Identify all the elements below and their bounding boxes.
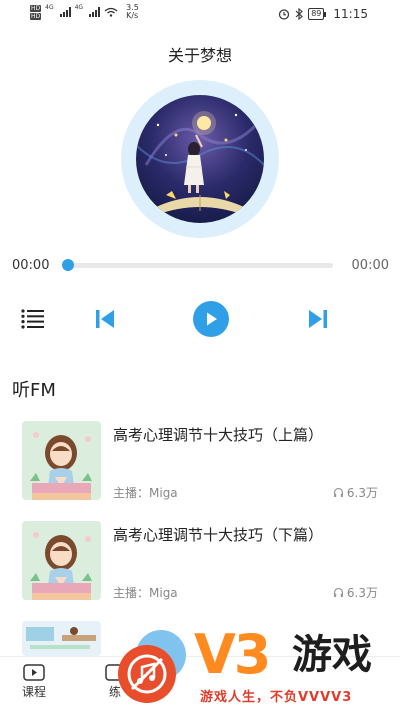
status-bar: HD HD 4G 4G 3.5 K/s 89 11:15 [0,0,400,30]
status-right: 89 11:15 [278,7,368,21]
item-plays: 6.3万 [333,584,378,601]
girl-illustration [22,521,101,600]
play-count: 6.3万 [346,486,378,500]
album-art-disc [121,80,279,238]
watermark-brand-cn: 游戏 [292,632,372,678]
hd-badge: HD [30,12,42,20]
item-host: 主播：Miga [113,586,178,600]
item-thumbnail [22,521,101,600]
network-type: 4G [45,4,54,11]
play-button[interactable] [193,301,229,337]
list-item[interactable]: 高考心理调节十大技巧（上篇） 主播：Miga 6.3万 [22,421,382,501]
section-title: 听FM [12,380,56,401]
hd-badges: HD HD [30,4,42,20]
nav-label: 课程 [22,685,47,699]
watermark-logo [118,645,176,703]
progress-thumb[interactable] [62,259,74,271]
previous-button[interactable] [92,306,118,332]
girl-illustration [22,421,101,500]
playlist-button[interactable] [20,306,46,332]
wifi-icon [104,7,118,17]
bluetooth-icon [295,8,304,20]
skip-next-icon [309,310,327,328]
headphones-icon [333,487,344,497]
album-illustration [136,95,264,223]
classroom-illustration [22,621,101,656]
item-plays: 6.3万 [333,484,378,501]
item-thumbnail [22,621,101,656]
music-note-icon [127,654,167,694]
list-item[interactable]: 高考心理调节十大技巧（下篇） 主播：Miga 6.3万 [22,521,382,601]
play-count: 6.3万 [346,586,378,600]
watermark-brand: V3 [194,623,271,686]
skip-previous-icon [96,310,114,328]
network-type: 4G [74,4,84,11]
page-title: 关于梦想 [167,46,232,65]
alarm-icon [279,9,290,20]
network-speed: 3.5 K/s [126,4,139,20]
list-icon [21,309,44,329]
progress-track[interactable] [65,263,333,268]
item-title: 高考心理调节十大技巧（下篇） [113,526,324,544]
video-play-icon [23,664,45,681]
item-thumbnail [22,421,101,500]
item-host: 主播：Miga [113,486,178,500]
headphones-icon [333,587,344,597]
album-art [136,95,264,223]
watermark: V3 游戏 游戏人生，不负VVVV3 [110,625,400,711]
watermark-slogan: 游戏人生，不负VVVV3 [200,690,353,705]
battery-icon: 89 [308,8,327,20]
signal-icon [59,7,71,17]
nav-courses[interactable]: 课程 [22,663,46,700]
total-time: 00:00 [351,258,389,273]
current-time: 00:00 [12,258,50,273]
next-button[interactable] [305,306,331,332]
clock: 11:15 [333,7,368,21]
status-left: HD HD 4G 4G 3.5 K/s [30,4,139,20]
play-icon [207,312,217,326]
hd-badge: HD [30,4,42,12]
speed-unit: K/s [126,11,139,20]
signal-icon [89,7,101,17]
item-title: 高考心理调节十大技巧（上篇） [113,426,324,444]
